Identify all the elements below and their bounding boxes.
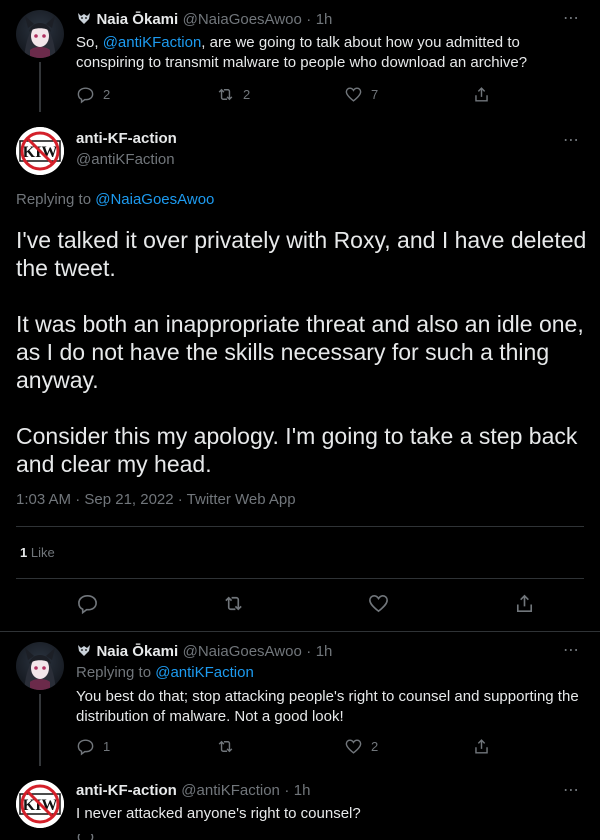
tweet-paragraph-3: Consider this my apology. I'm going to t… xyxy=(16,423,578,477)
more-options-icon[interactable]: ⋯ xyxy=(563,130,580,150)
retweet-icon xyxy=(224,596,242,611)
wolf-icon xyxy=(76,10,92,31)
replying-to-link[interactable]: @antiKFaction xyxy=(155,664,254,681)
more-options-icon[interactable]: ⋯ xyxy=(563,780,580,800)
share-button[interactable] xyxy=(472,737,491,756)
thread-line xyxy=(39,62,41,112)
tweet-header: anti-KF-action @antiKFaction · 1h xyxy=(76,782,310,800)
separator: · xyxy=(284,782,290,799)
reply-icon xyxy=(78,595,97,615)
tweet-text-part: So, xyxy=(76,34,103,51)
tweet-actions-partial xyxy=(76,834,95,840)
reply-icon[interactable] xyxy=(76,834,95,840)
retweet-button[interactable] xyxy=(216,737,344,756)
display-name[interactable]: anti-KF-action xyxy=(76,130,177,147)
tweet-text: You best do that; stop attacking people'… xyxy=(76,688,579,725)
like-stat-label: Like xyxy=(30,545,55,560)
tweet-time[interactable]: 1h xyxy=(316,11,333,28)
replying-to: Replying to @antiKFaction xyxy=(76,664,254,681)
replying-to-link[interactable]: @NaiaGoesAwoo xyxy=(95,191,214,208)
divider xyxy=(0,631,600,632)
tweet-paragraph-1: I've talked it over privately with Roxy,… xyxy=(16,227,587,281)
replying-to: Replying to @NaiaGoesAwoo xyxy=(16,191,214,208)
like-count: 2 xyxy=(371,739,379,754)
separator: · xyxy=(306,11,312,28)
avatar-antikf[interactable]: KIW xyxy=(16,780,64,828)
separator: · xyxy=(306,643,312,660)
more-options-icon[interactable]: ⋯ xyxy=(563,640,580,660)
more-options-icon[interactable]: ⋯ xyxy=(563,8,580,28)
retweet-count: 2 xyxy=(243,87,251,102)
share-button[interactable] xyxy=(513,592,536,615)
avatar-naia[interactable] xyxy=(16,10,64,58)
retweet-icon xyxy=(218,740,233,753)
like-button[interactable]: 7 xyxy=(344,85,472,104)
reply-count: 1 xyxy=(103,739,111,754)
handle[interactable]: @NaiaGoesAwoo xyxy=(183,11,302,28)
reply-count: 2 xyxy=(103,87,111,102)
avatar-naia[interactable] xyxy=(16,642,64,690)
tweet-text: So, @antiKFaction, are we going to talk … xyxy=(76,33,576,73)
tweet-paragraph-2: It was both an inappropriate threat and … xyxy=(16,311,584,393)
retweet-button[interactable]: 2 xyxy=(216,85,344,104)
tweet-timestamp[interactable]: 1:03 AM · Sep 21, 2022 · Twitter Web App xyxy=(16,491,296,508)
avatar-naia-image xyxy=(24,16,56,58)
tweet-header: Naia Ōkami @NaiaGoesAwoo · 1h xyxy=(76,10,332,31)
share-icon xyxy=(475,739,488,754)
tweet-text: I never attacked anyone's right to couns… xyxy=(76,805,361,822)
tweet-time[interactable]: 1h xyxy=(316,643,333,660)
reply-button[interactable] xyxy=(76,592,99,615)
wolf-icon xyxy=(76,642,92,663)
thread-line xyxy=(39,694,41,766)
retweet-icon xyxy=(218,88,233,101)
reply-button[interactable]: 1 xyxy=(76,737,216,756)
reply-icon xyxy=(77,87,94,104)
share-button[interactable] xyxy=(472,85,491,104)
divider xyxy=(16,526,584,527)
main-tweet-actions xyxy=(76,592,536,615)
tweet-header: Naia Ōkami @NaiaGoesAwoo · 1h xyxy=(76,642,332,663)
heart-icon xyxy=(345,739,362,754)
heart-icon xyxy=(345,87,362,102)
handle[interactable]: @NaiaGoesAwoo xyxy=(183,643,302,660)
avatar-naia-image xyxy=(24,648,56,690)
tweet-actions: 1 2 xyxy=(76,737,491,756)
tweet-text: I've talked it over privately with Roxy,… xyxy=(16,226,588,478)
avatar-antikf-image: KIW xyxy=(16,780,64,828)
display-name[interactable]: Naia Ōkami xyxy=(96,11,178,28)
handle[interactable]: @antiKFaction xyxy=(181,782,280,799)
replying-to-label: Replying to xyxy=(16,191,92,208)
display-name[interactable]: Naia Ōkami xyxy=(96,643,178,660)
reply-button[interactable]: 2 xyxy=(76,85,216,104)
handle[interactable]: @antiKFaction xyxy=(76,151,175,168)
like-button[interactable]: 2 xyxy=(344,737,472,756)
divider xyxy=(16,578,584,579)
display-name[interactable]: anti-KF-action xyxy=(76,782,177,799)
like-button[interactable] xyxy=(367,592,390,615)
like-stats[interactable]: 1 Like xyxy=(20,545,55,560)
reply-icon xyxy=(77,739,94,756)
replying-to-label: Replying to xyxy=(76,664,152,681)
avatar-antikf-image: KIW xyxy=(16,127,64,175)
like-stat-count: 1 xyxy=(20,545,28,560)
like-count: 7 xyxy=(371,87,379,102)
mention-link[interactable]: @antiKFaction xyxy=(103,34,202,51)
retweet-button[interactable] xyxy=(222,592,245,615)
heart-icon xyxy=(369,595,389,613)
share-icon xyxy=(516,594,532,612)
tweet-time[interactable]: 1h xyxy=(294,782,311,799)
share-icon xyxy=(475,87,488,102)
tweet-actions: 2 2 7 xyxy=(76,85,491,104)
avatar-antikf[interactable]: KIW xyxy=(16,127,64,175)
